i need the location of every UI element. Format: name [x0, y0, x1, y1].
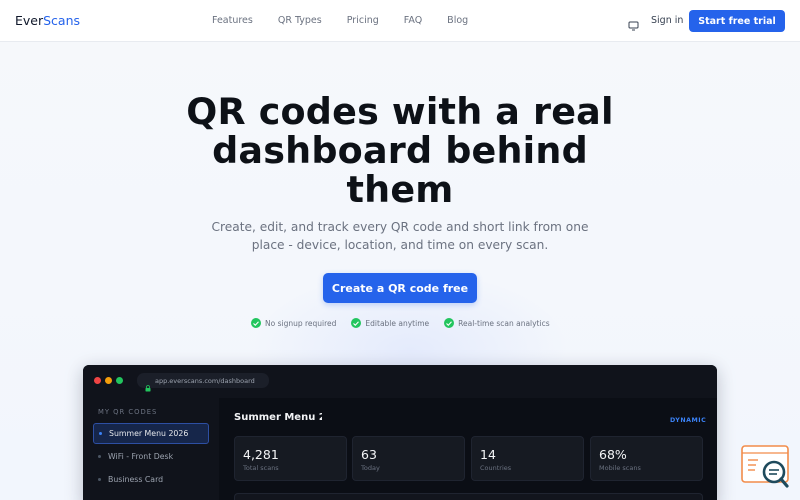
check-label: Editable anytime — [365, 318, 430, 328]
sidebar-item-label: WiFi - Front Desk — [108, 452, 174, 461]
stat-card-total-scans: 4,281 Total scans — [234, 436, 347, 481]
stat-value: 63 — [361, 447, 377, 462]
monitor-icon[interactable] — [628, 16, 639, 31]
stat-value: 4,281 — [243, 447, 279, 462]
app-sidebar: MY QR CODES Summer Menu 2026 WiFi - Fron… — [83, 398, 219, 500]
stat-label: Today — [361, 464, 380, 472]
bullet-icon — [98, 478, 101, 481]
create-qr-code-button[interactable]: Create a QR code free — [323, 273, 477, 303]
nav-link-faq[interactable]: FAQ — [404, 15, 422, 26]
window-close-dot — [94, 377, 101, 384]
start-free-trial-button[interactable]: Start free trial — [689, 10, 785, 32]
stat-value: 14 — [480, 447, 496, 462]
hero-title-line-3: them — [346, 168, 454, 211]
sidebar-item-label: Summer Menu 2026 — [109, 429, 189, 438]
window-titlebar: app.everscans.com/dashboard — [83, 365, 717, 398]
nav-link-pricing[interactable]: Pricing — [347, 15, 379, 26]
address-bar: app.everscans.com/dashboard — [137, 373, 269, 392]
check-icon — [351, 318, 362, 328]
app-preview-window: app.everscans.com/dashboard MY QR CODES … — [83, 365, 717, 500]
chart-panel — [234, 493, 703, 500]
sidebar-item-summer-menu[interactable]: Summer Menu 2026 — [93, 423, 209, 444]
check-item: Real-time scan analytics — [444, 318, 550, 328]
stat-card-countries: 14 Countries — [471, 436, 584, 481]
stat-value: 68% — [599, 447, 627, 462]
nav-link-blog[interactable]: Blog — [447, 15, 468, 26]
bullet-icon — [98, 455, 101, 458]
check-icon — [251, 318, 261, 328]
stat-label: Countries — [480, 464, 512, 472]
nav-link-qr-types[interactable]: QR Types — [278, 15, 322, 26]
qr-detail-title: Summer Menu 2026 — [234, 412, 322, 423]
hero-subtitle-line-2: place - device, location, and time on ev… — [251, 238, 549, 252]
sidebar-item-label: Business Card — [108, 475, 164, 484]
brand-logo[interactable]: EverScans — [15, 13, 80, 28]
hero-subtitle: Create, edit, and track every QR code an… — [210, 218, 590, 254]
dynamic-badge: DYNAMIC — [670, 417, 707, 424]
hero-subtitle-line-1: Create, edit, and track every QR code an… — [211, 220, 589, 234]
sidebar-item-business-card[interactable]: Business Card — [93, 469, 209, 490]
logo-word-1: Ever — [15, 13, 44, 28]
check-item: Editable anytime — [351, 318, 429, 328]
check-label: Real-time scan analytics — [458, 318, 550, 328]
sidebar-item-wifi[interactable]: WiFi - Front Desk — [93, 446, 209, 467]
window-minimize-dot — [105, 377, 112, 384]
stat-label: Total scans — [243, 464, 279, 472]
nav-links: Features QR Types Pricing FAQ Blog — [212, 15, 468, 26]
check-label: No signup required — [265, 318, 337, 328]
feature-checks: No signup required Editable anytime Real… — [251, 318, 565, 328]
hero-title-line-1: QR codes with a real — [186, 90, 614, 133]
sign-in-link[interactable]: Sign in — [651, 15, 683, 26]
top-nav: EverScans Features QR Types Pricing FAQ … — [0, 0, 800, 42]
hero-title-line-2: dashboard behind — [212, 129, 588, 172]
nav-link-features[interactable]: Features — [212, 15, 253, 26]
check-icon — [444, 318, 455, 328]
sidebar-title: MY QR CODES — [98, 408, 158, 416]
stat-card-mobile-scans: 68% Mobile scans — [590, 436, 703, 481]
stat-label: Mobile scans — [599, 464, 641, 472]
address-url: app.everscans.com/dashboard — [155, 376, 255, 385]
check-item: No signup required — [251, 318, 336, 328]
hero-title: QR codes with a real dashboard behind th… — [150, 92, 650, 209]
stat-card-today: 63 Today — [352, 436, 465, 481]
search-chat-icon[interactable] — [740, 444, 792, 490]
lock-icon — [145, 377, 151, 392]
bullet-icon — [99, 432, 102, 435]
window-maximize-dot — [116, 377, 123, 384]
logo-word-2: Scans — [43, 13, 81, 28]
